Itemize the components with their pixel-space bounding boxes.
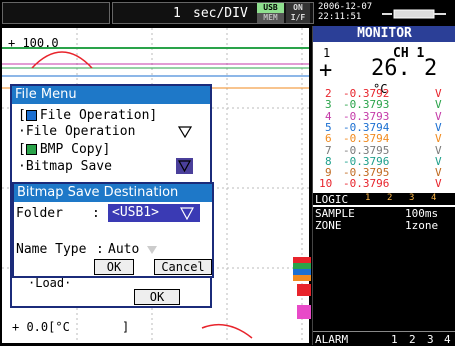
channel-unit: V (435, 109, 442, 123)
channel-row[interactable]: 10 -0.3796 V (313, 178, 455, 189)
file-op-bracket: [ (18, 108, 26, 123)
status-empty-cell (2, 2, 110, 24)
logic-row[interactable]: LOGIC 1 2 3 4 (313, 193, 455, 206)
channel-unit: V (435, 98, 442, 112)
channel-2-marker (297, 284, 311, 296)
file-operation-label: ·File Operation (18, 124, 136, 139)
channel-unit: V (435, 177, 442, 191)
logic-item-1: 1 (365, 193, 371, 203)
bottom-marker: ] (122, 320, 130, 334)
channel-row[interactable]: 4 -0.3793 V (313, 111, 455, 122)
datetime: 2006-12-07 22:11:51 (318, 2, 376, 22)
channel-unit: V (435, 132, 442, 146)
ok-button[interactable]: OK (94, 259, 134, 275)
mem-badge: MEM (257, 13, 284, 23)
sample-row: SAMPLE 100ms (313, 207, 455, 220)
chevron-down-icon (177, 160, 192, 173)
chevron-down-icon (147, 246, 157, 254)
file-menu-ok-button[interactable]: OK (134, 289, 180, 305)
file-op-group-label: File Operation] (39, 108, 158, 123)
name-type-colon: : (96, 242, 104, 257)
channel-value: -0.3795 (343, 143, 390, 157)
logic-label: LOGIC (315, 193, 349, 206)
channel-row[interactable]: 3 -0.3793 V (313, 99, 455, 110)
alarm-label: ALARM (315, 333, 349, 346)
bmp-group-label: BMP Copy] (39, 142, 111, 157)
alarm-item-4: 4 (444, 333, 451, 346)
status-bar: 1 sec/DIV USB MEM ON I/F 2006-12-07 22:1… (0, 0, 455, 26)
channel-value: -0.3794 (343, 132, 390, 146)
scale-bottom-label: + 0.0[°C (12, 320, 70, 334)
date-text: 2006-12-07 (318, 2, 373, 12)
channel-unit: V (435, 143, 442, 157)
scale-top-label: + 100.0 (8, 36, 59, 50)
name-type-select[interactable]: Auto (106, 240, 168, 258)
channel-row[interactable]: 7 -0.3795 V (313, 145, 455, 156)
alarm-item-1: 1 (391, 333, 398, 346)
bitmap-save-label: ·Bitmap Save (18, 159, 112, 174)
load-item[interactable]: ·Load· (28, 276, 71, 290)
logic-item-2: 2 (387, 193, 393, 203)
name-type-value: Auto (108, 242, 140, 257)
alarm-item-3: 3 (427, 333, 434, 346)
bitmap-save-dropdown[interactable] (176, 158, 193, 174)
bitmap-save-item[interactable]: ·Bitmap Save (18, 158, 208, 174)
bitmap-save-destination-dialog: Bitmap Save Destination Folder : <USB1> … (12, 182, 214, 278)
folder-select[interactable]: <USB1> (108, 204, 200, 222)
usb-badge: USB (257, 3, 284, 13)
file-op-icon (26, 110, 37, 121)
zone-row: ZONE 1zone (313, 219, 455, 232)
logic-item-4: 4 (431, 193, 437, 203)
bitmap-dialog-title: Bitmap Save Destination (14, 184, 212, 202)
file-operation-dropdown-icon[interactable] (178, 126, 192, 138)
channel-value: -0.3793 (343, 98, 390, 112)
folder-label: Folder (16, 206, 63, 221)
name-type-label: Name Type (16, 242, 87, 257)
on-badge: ON (286, 3, 310, 13)
logic-item-3: 3 (409, 193, 415, 203)
bmp-bracket: [ (18, 142, 26, 157)
monitor-blank (313, 231, 455, 331)
time-text: 22:11:51 (318, 12, 362, 22)
channel-number: 6 (325, 132, 332, 146)
file-operation-item[interactable]: ·File Operation (18, 124, 208, 139)
alarm-item-2: 2 (409, 333, 416, 346)
file-menu-title: File Menu (12, 86, 210, 104)
channel-10-marker (297, 305, 311, 319)
ch1-sign: + (319, 58, 333, 83)
channel-value: -0.3796 (343, 177, 390, 191)
channel-value: -0.3793 (343, 109, 390, 123)
folder-colon: : (92, 206, 100, 221)
file-op-group-row: [ File Operation] (18, 108, 157, 123)
bmp-group-row: [ BMP Copy] (18, 142, 110, 157)
monitor-panel: MONITOR 1 CH 1 + 26. 2 °C 2 -0.3792 V 3 -0.3… (312, 26, 455, 346)
timebase-unit: sec/DIV (193, 6, 248, 21)
if-badge: I/F (286, 13, 310, 23)
ch1-value: 26. 2 (371, 56, 438, 81)
timebase-number: 1 (173, 6, 181, 21)
channel-row[interactable]: 6 -0.3794 V (313, 133, 455, 144)
channel-number: 10 (319, 177, 333, 191)
bmp-icon (26, 144, 37, 155)
folder-value: <USB1> (112, 205, 159, 220)
channel-marker-stack (293, 257, 311, 283)
monitor-title: MONITOR (313, 26, 455, 42)
cancel-button[interactable]: Cancel (154, 259, 212, 275)
channel-number: 7 (325, 143, 332, 157)
battery-icon (382, 8, 448, 19)
channel-number: 3 (325, 98, 332, 112)
alarm-row: ALARM 1 2 3 4 (313, 331, 455, 346)
chevron-down-icon (180, 207, 194, 220)
channel-number: 4 (325, 109, 332, 123)
